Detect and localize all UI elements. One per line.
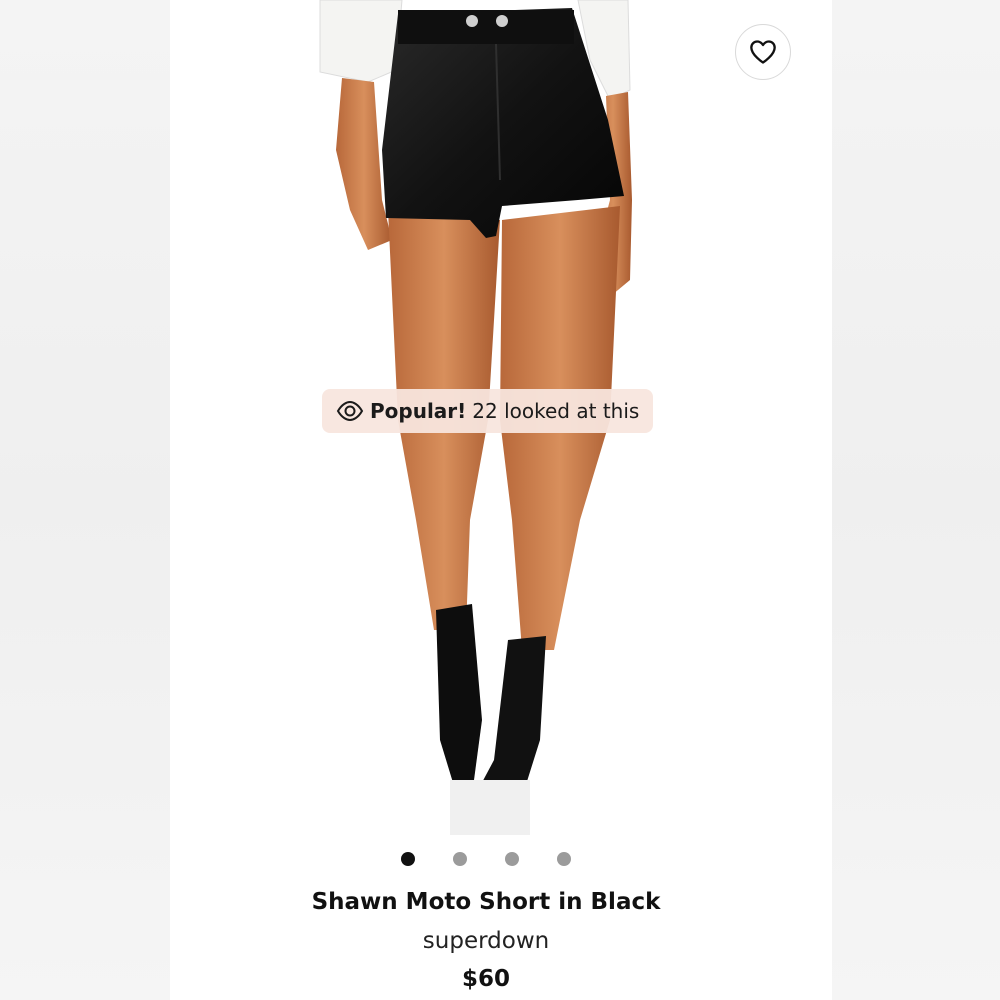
blurred-backdrop-right bbox=[832, 0, 1000, 1000]
popular-count-text: 22 looked at this bbox=[472, 399, 640, 423]
carousel-dot-4[interactable] bbox=[557, 852, 571, 866]
carousel-dots bbox=[170, 852, 802, 872]
carousel-dot-2[interactable] bbox=[453, 852, 467, 866]
eye-icon bbox=[336, 401, 364, 421]
heart-icon bbox=[750, 40, 776, 64]
popular-badge: Popular! 22 looked at this bbox=[322, 389, 654, 433]
product-card: Popular! 22 looked at this Shawn Moto Sh… bbox=[170, 0, 832, 1000]
blurred-backdrop-left bbox=[0, 0, 170, 1000]
popular-label: Popular! bbox=[370, 399, 467, 423]
carousel-dot-1[interactable] bbox=[401, 852, 415, 866]
screenshot-frame: Popular! 22 looked at this Shawn Moto Sh… bbox=[0, 0, 1000, 1000]
product-title[interactable]: Shawn Moto Short in Black bbox=[170, 889, 802, 915]
favorite-button[interactable] bbox=[735, 24, 791, 80]
product-price: $60 bbox=[461, 966, 510, 992]
carousel-dot-3[interactable] bbox=[505, 852, 519, 866]
product-brand[interactable]: superdown bbox=[170, 928, 802, 954]
